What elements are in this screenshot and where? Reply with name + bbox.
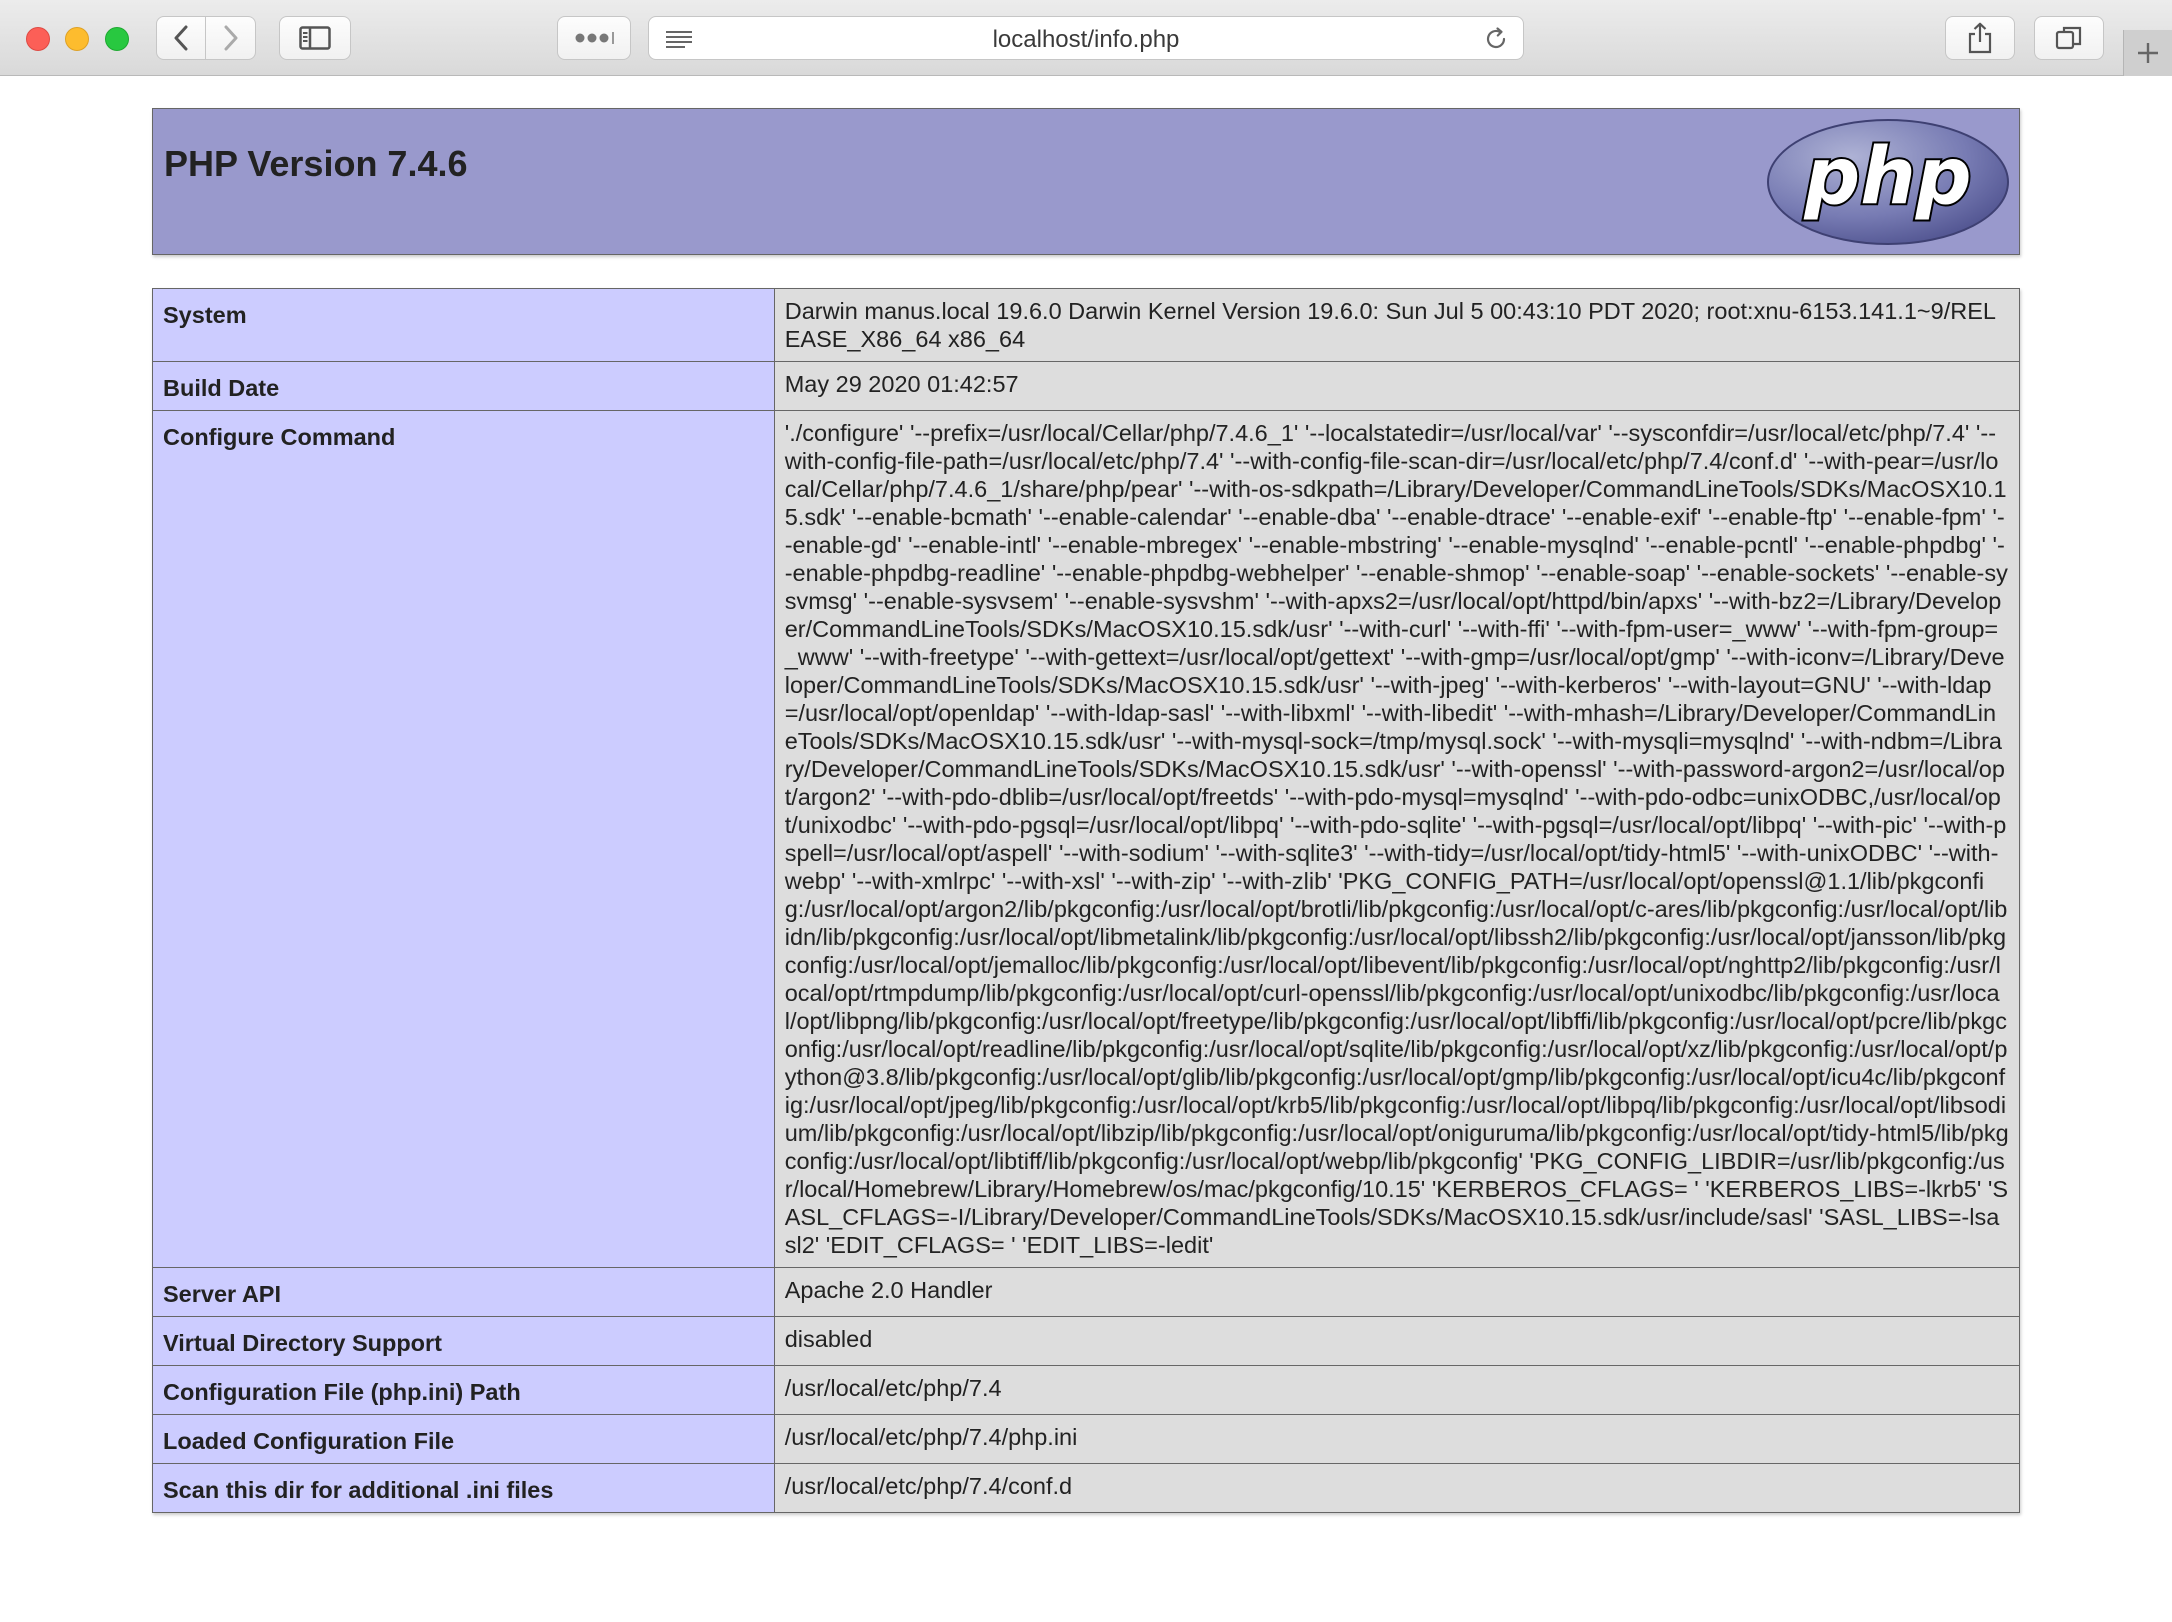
share-icon	[1968, 22, 1992, 54]
table-row: Loaded Configuration File /usr/local/etc…	[152, 1414, 2021, 1464]
table-row: Configure Command './configure' '--prefi…	[152, 410, 2021, 1268]
row-key: Configuration File (php.ini) Path	[152, 1365, 775, 1415]
back-button[interactable]	[156, 16, 206, 60]
row-key: Server API	[152, 1267, 775, 1317]
table-row: Configuration File (php.ini) Path /usr/l…	[152, 1365, 2021, 1415]
row-key: Virtual Directory Support	[152, 1316, 775, 1366]
row-key: Build Date	[152, 361, 775, 411]
row-value: './configure' '--prefix=/usr/local/Cella…	[773, 410, 2021, 1268]
row-value: Darwin manus.local 19.6.0 Darwin Kernel …	[773, 288, 2021, 362]
row-value: /usr/local/etc/php/7.4	[773, 1365, 2021, 1415]
row-value: disabled	[773, 1316, 2021, 1366]
version-header: PHP Version 7.4.6 php	[152, 108, 2020, 255]
row-value: May 29 2020 01:42:57	[773, 361, 2021, 411]
chevron-right-icon	[224, 25, 237, 51]
table-row: System Darwin manus.local 19.6.0 Darwin …	[152, 288, 2021, 362]
top-sites-button[interactable]	[557, 16, 631, 60]
page-title: PHP Version 7.4.6	[164, 143, 468, 184]
zoom-window-button[interactable]	[105, 27, 129, 51]
row-value: /usr/local/etc/php/7.4/php.ini	[773, 1414, 2021, 1464]
row-key: Scan this dir for additional .ini files	[152, 1463, 775, 1513]
plus-icon	[2138, 43, 2158, 63]
minimize-window-button[interactable]	[65, 27, 89, 51]
sidebar-toggle-button[interactable]	[279, 16, 351, 60]
share-button[interactable]	[1945, 16, 2015, 60]
chevron-left-icon	[174, 25, 188, 51]
row-value: Apache 2.0 Handler	[773, 1267, 2021, 1317]
svg-text:php: php	[1803, 132, 1971, 222]
more-dots-icon	[575, 32, 614, 44]
table-row: Server API Apache 2.0 Handler	[152, 1267, 2021, 1317]
php-logo: php	[1767, 119, 2009, 245]
row-value: /usr/local/etc/php/7.4/conf.d	[773, 1463, 2021, 1513]
reload-icon[interactable]	[1483, 26, 1509, 57]
table-row: Scan this dir for additional .ini files …	[152, 1463, 2021, 1513]
row-key: Configure Command	[152, 410, 775, 1268]
tab-overview-button[interactable]	[2034, 16, 2104, 60]
phpinfo-page: PHP Version 7.4.6 php System Darwin manu…	[152, 108, 2021, 1513]
info-table: System Darwin manus.local 19.6.0 Darwin …	[152, 288, 2021, 1513]
close-window-button[interactable]	[26, 27, 50, 51]
table-row: Virtual Directory Support disabled	[152, 1316, 2021, 1366]
tabs-icon	[2055, 26, 2082, 50]
sidebar-icon	[299, 26, 331, 50]
row-key: Loaded Configuration File	[152, 1414, 775, 1464]
forward-button[interactable]	[206, 16, 256, 60]
row-key: System	[152, 288, 775, 362]
browser-toolbar: localhost/info.php	[0, 0, 2172, 76]
new-tab-button[interactable]	[2123, 30, 2172, 76]
address-bar[interactable]: localhost/info.php	[648, 16, 1524, 60]
url-text: localhost/info.php	[992, 26, 1180, 53]
table-row: Build Date May 29 2020 01:42:57	[152, 361, 2021, 411]
